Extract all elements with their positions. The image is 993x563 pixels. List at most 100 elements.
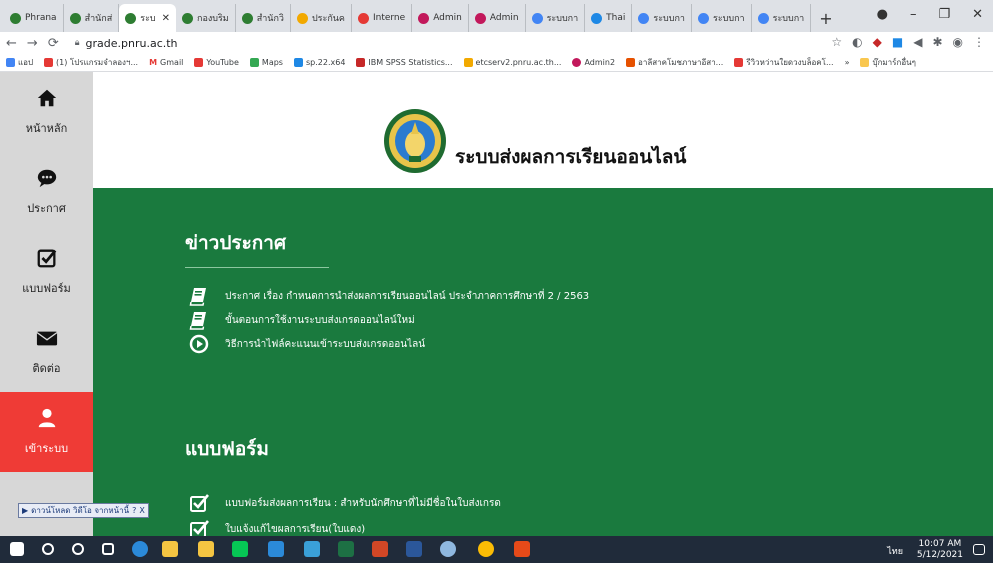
browser-tab-active[interactable]: ระบ ✕: [119, 4, 177, 32]
word-icon[interactable]: [406, 541, 422, 557]
bookmark[interactable]: อาลีสาคโมชภาษาอีสา...: [626, 56, 723, 69]
admin-icon: [572, 58, 582, 67]
edge-icon[interactable]: [132, 541, 148, 557]
favicon-icon: [638, 12, 650, 24]
browser-tab[interactable]: ระบบกา: [752, 4, 812, 32]
favicon-icon: [357, 12, 369, 24]
browser-tab[interactable]: Phrana: [4, 4, 64, 32]
favicon-icon: [241, 12, 253, 24]
bookmark[interactable]: IBM SPSS Statistics...: [356, 58, 453, 67]
browser-tab[interactable]: กองบริม: [176, 4, 236, 32]
lock-icon: 🔒︎: [74, 38, 80, 48]
extension-icon[interactable]: ◆: [873, 35, 882, 49]
browser-tab[interactable]: ระบบกา: [526, 4, 586, 32]
sidebar-item-forms[interactable]: แบบฟอร์ม: [0, 232, 93, 312]
speaker-icon[interactable]: ◀: [913, 35, 922, 49]
bookmark[interactable]: YouTube: [194, 58, 239, 67]
news-link[interactable]: วิธีการนำไฟล์คะแนนเข้าระบบส่งเกรดออนไลน์: [225, 337, 425, 352]
bookmark[interactable]: M Gmail: [149, 58, 183, 67]
task-view-icon[interactable]: [102, 543, 114, 555]
menu-icon[interactable]: ⋮: [973, 35, 985, 49]
excel-icon[interactable]: [338, 541, 354, 557]
windows-start-icon[interactable]: [10, 542, 24, 556]
notification-icon[interactable]: [973, 544, 985, 555]
taskbar: ไทย 10:07 AM 5/12/2021: [0, 536, 993, 563]
minimize-icon[interactable]: –: [910, 7, 917, 22]
avatar[interactable]: ◉: [953, 35, 963, 49]
tray-language[interactable]: ไทย: [887, 544, 903, 558]
sidebar: หน้าหลัก ประกาศ แบบฟอร์ม ติดต่อ เข้าระบบ: [0, 72, 93, 536]
store-icon[interactable]: [198, 541, 214, 557]
sidebar-item-contact[interactable]: ติดต่อ: [0, 312, 93, 392]
news-link[interactable]: ขั้นตอนการใช้งานระบบส่งเกรดออนไลน์ใหม่: [225, 313, 415, 328]
help-button[interactable]: ?: [132, 506, 136, 515]
browser-tab[interactable]: ประกันค: [291, 4, 352, 32]
bookmark[interactable]: บุ๊กมาร์กอื่นๆ: [860, 56, 916, 69]
bookmarks-bar: แอป (1) โปรแกรมจำลองฯ... M Gmail YouTube …: [0, 54, 993, 72]
puzzle-icon[interactable]: ✱: [932, 35, 942, 49]
sidebar-item-home[interactable]: หน้าหลัก: [0, 72, 93, 152]
profile-icon[interactable]: ●: [877, 7, 888, 22]
close-tab-icon[interactable]: ✕: [162, 13, 170, 24]
favicon-icon: [474, 12, 486, 24]
favicon-icon: [591, 12, 603, 24]
cortana-icon[interactable]: [72, 543, 84, 555]
bookmark[interactable]: sp.22.x64: [293, 58, 345, 67]
new-tab-button[interactable]: +: [811, 4, 840, 32]
form-item[interactable]: ใบแจ้งแก้ไขผลการเรียน(ใบแดง): [189, 519, 365, 536]
back-icon[interactable]: ←: [6, 36, 17, 51]
bookmark[interactable]: Admin2: [572, 58, 615, 67]
check-square-icon: [37, 249, 56, 268]
bookmark[interactable]: Maps: [249, 58, 283, 67]
mail-icon[interactable]: [268, 541, 284, 557]
browser-tab[interactable]: สำนักส่: [64, 4, 120, 32]
form-link[interactable]: แบบฟอร์มส่งผลการเรียน : สำหรับนักศึกษาที…: [225, 496, 501, 511]
line-icon[interactable]: [232, 541, 248, 557]
powerpoint-icon[interactable]: [372, 541, 388, 557]
restore-icon[interactable]: ❐: [938, 7, 950, 22]
bookmark[interactable]: (1) โปรแกรมจำลองฯ...: [44, 56, 138, 69]
youtube-icon: [734, 58, 744, 67]
news-link[interactable]: ประกาศ เรื่อง กำหนดการนำส่งผลการเรียนออน…: [225, 289, 589, 304]
close-window-icon[interactable]: ✕: [972, 7, 983, 22]
extension-icon[interactable]: ◐: [852, 35, 862, 49]
news-item[interactable]: ประกาศ เรื่อง กำหนดการนำส่งผลการเรียนออน…: [189, 286, 589, 306]
app-icon[interactable]: [440, 541, 456, 557]
search-icon[interactable]: [42, 543, 54, 555]
star-icon[interactable]: ☆: [831, 35, 842, 49]
university-seal-logo: [384, 109, 446, 173]
sidebar-item-label: เข้าระบบ: [24, 442, 69, 455]
site-header: ระบบส่งผลการเรียนออนไลน์: [93, 72, 993, 188]
sidebar-item-login[interactable]: เข้าระบบ: [0, 392, 93, 472]
url-field[interactable]: 🔒︎ grade.pnru.ac.th: [75, 37, 178, 50]
browser-tab[interactable]: Interne: [352, 4, 413, 32]
more-bookmarks-button[interactable]: »: [845, 58, 850, 67]
form-item[interactable]: แบบฟอร์มส่งผลการเรียน : สำหรับนักศึกษาที…: [189, 493, 501, 513]
tray-clock[interactable]: 10:07 AM 5/12/2021: [917, 539, 963, 561]
bookmark[interactable]: แอป: [6, 56, 33, 69]
apps-icon: [6, 58, 15, 67]
chrome-icon[interactable]: [478, 541, 494, 557]
news-item[interactable]: วิธีการนำไฟล์คะแนนเข้าระบบส่งเกรดออนไลน์: [189, 334, 425, 354]
reload-icon[interactable]: ⟳: [48, 36, 59, 51]
download-label[interactable]: ดาวน์โหลด วิดีโอ จากหน้านี้: [31, 504, 129, 517]
browser-tab[interactable]: Admin: [469, 4, 526, 32]
video-download-bar[interactable]: ▶ ดาวน์โหลด วิดีโอ จากหน้านี้ ? X: [18, 503, 149, 518]
extension-icon[interactable]: ■: [892, 35, 903, 49]
browser-tab[interactable]: สำนักวิ: [236, 4, 291, 32]
sidebar-item-announcements[interactable]: ประกาศ: [0, 152, 93, 232]
browser-tab[interactable]: ระบบกา: [692, 4, 752, 32]
tab-strip: Phrana สำนักส่ ระบ ✕ กองบริม สำนักวิ ประก…: [0, 0, 993, 32]
browser-tab[interactable]: Thai: [585, 4, 633, 32]
browser-tab[interactable]: ระบบกา: [632, 4, 692, 32]
bookmark[interactable]: etcserv2.pnru.ac.th...: [463, 58, 561, 67]
close-button[interactable]: X: [139, 506, 144, 515]
file-explorer-icon[interactable]: [162, 541, 178, 557]
app-icon[interactable]: [304, 541, 320, 557]
forward-icon[interactable]: →: [27, 36, 38, 51]
browser-tab[interactable]: Admin: [412, 4, 469, 32]
news-item[interactable]: ขั้นตอนการใช้งานระบบส่งเกรดออนไลน์ใหม่: [189, 310, 415, 330]
form-link[interactable]: ใบแจ้งแก้ไขผลการเรียน(ใบแดง): [225, 522, 365, 537]
pdf-icon[interactable]: [514, 541, 530, 557]
bookmark[interactable]: รีวิวหว่านใยดวงบล็อคโ...: [734, 56, 834, 69]
